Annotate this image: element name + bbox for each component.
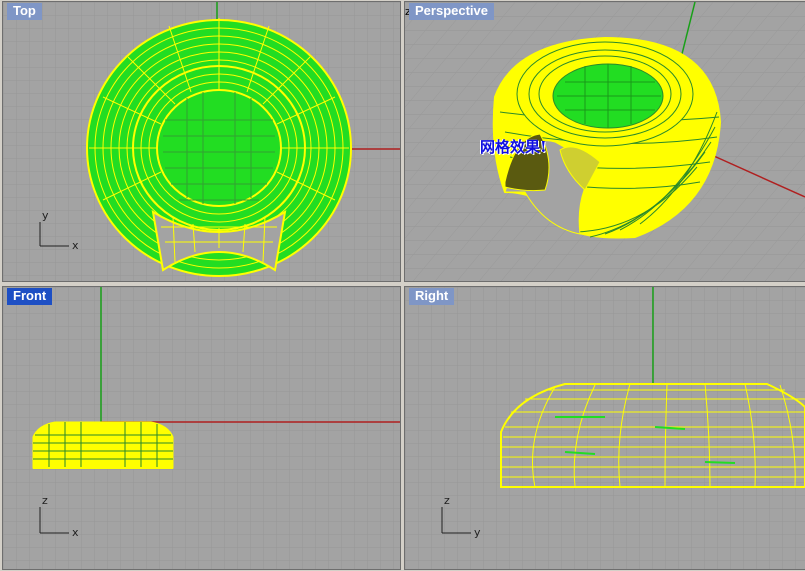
right-viewport-canvas[interactable]: z y (405, 287, 805, 569)
svg-text:x: x (72, 239, 79, 252)
viewport-top[interactable]: y x Top (2, 1, 401, 282)
mesh-effect-annotation: 网格效果! (480, 138, 547, 156)
viewport-title-front[interactable]: Front (7, 288, 53, 305)
front-viewport-canvas[interactable]: z x (3, 287, 400, 569)
grid (405, 287, 805, 569)
viewport-title-top[interactable]: Top (7, 3, 42, 20)
perspective-viewport-canvas[interactable] (405, 2, 805, 281)
viewport-title-right[interactable]: Right (409, 288, 455, 305)
viewport-perspective[interactable]: z y x 网格效果! Perspective (404, 1, 805, 282)
ring-wireframe-front (32, 421, 174, 469)
svg-text:x: x (72, 526, 79, 539)
svg-text:y: y (474, 526, 481, 539)
svg-text:z: z (444, 494, 450, 507)
svg-text:y: y (42, 209, 49, 222)
ring-wireframe-top (86, 18, 352, 277)
top-viewport-canvas[interactable]: y x (3, 2, 400, 281)
viewport-right[interactable]: z y Right (404, 286, 805, 570)
viewport-title-perspective[interactable]: Perspective (409, 3, 494, 20)
viewport-front[interactable]: z x Front (2, 286, 401, 570)
svg-text:z: z (42, 494, 48, 507)
